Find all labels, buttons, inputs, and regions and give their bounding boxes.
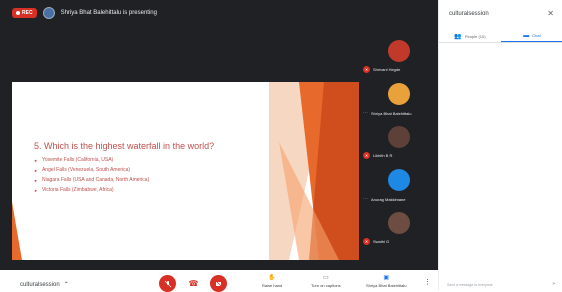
speaking-icon: ⋯ [363, 196, 368, 202]
participant-name: Likhith B R [373, 153, 393, 158]
participant-tile[interactable]: ✕ Swathi G [359, 210, 438, 253]
bullet-arrow-icon: ► [34, 167, 38, 173]
panel-title: culturalsession [449, 11, 489, 17]
participant-name: Shriya Bhat Balehittalu [371, 110, 412, 116]
avatar [387, 169, 410, 191]
participant-tile[interactable]: ✕ Likhith B R [359, 124, 438, 167]
participant-tile[interactable]: ✕ Shrivani Hegde [359, 38, 438, 81]
camera-toggle-button[interactable] [210, 275, 227, 292]
bottom-control-bar: culturalsession ⌃ ☎ ✋ Raise hand ▭ Turn … [0, 270, 438, 292]
tab-label: People (10) [464, 33, 486, 39]
camera-off-icon [215, 280, 222, 287]
side-panel: culturalsession ✕ 👥 People (10) ▬ Chat S… [438, 0, 562, 291]
meeting-stage: REC Shriya Bhat Balehittalu is presentin… [0, 0, 438, 270]
list-item: ► Victoria Falls (Zimbabwe, Africa) [34, 187, 149, 193]
mic-off-icon: ✕ [363, 238, 370, 245]
list-item: ► Niagara Falls (USA and Canada, North Am… [34, 177, 149, 183]
meeting-details-button[interactable]: culturalsession ⌃ [20, 281, 69, 289]
bullet-arrow-icon: ► [34, 187, 38, 193]
hangup-button[interactable]: ☎ [185, 275, 202, 292]
bullet-text: Angel Falls (Venezuela, South America) [41, 167, 131, 173]
recording-badge: REC [12, 8, 37, 18]
presenting-bar: REC Shriya Bhat Balehittalu is presentin… [12, 5, 157, 21]
participant-tile[interactable]: ⋯ Anurag Makkimane [359, 167, 438, 210]
chat-icon: ▬ [523, 32, 530, 39]
slide-decoration [269, 82, 359, 260]
presenter-button[interactable]: ▣ Shriya Bhat Balehittalu [366, 274, 406, 288]
participant-name: Anurag Makkimane [371, 196, 406, 202]
meeting-name: culturalsession [20, 281, 60, 288]
chat-input[interactable]: Send a message to everyone [447, 283, 493, 287]
avatar [387, 83, 410, 105]
divider [439, 42, 562, 43]
participant-name: Swathi G [373, 239, 390, 244]
slide-title: 5. Which is the highest waterfall in the… [34, 141, 215, 151]
avatar [387, 212, 410, 234]
captions-button[interactable]: ▭ Turn on captions [311, 274, 341, 288]
present-icon: ▣ [383, 275, 390, 281]
avatar [387, 40, 410, 62]
shared-slide: 5. Which is the highest waterfall in the… [12, 82, 359, 260]
people-icon: 👥 [454, 33, 462, 40]
record-dot-icon [16, 11, 20, 15]
panel-tabs: 👥 People (10) ▬ Chat [439, 30, 562, 42]
tab-label: Chat [532, 33, 541, 38]
bullet-arrow-icon: ► [34, 177, 38, 183]
chevron-up-icon: ⌃ [63, 282, 69, 288]
mic-off-icon [164, 280, 171, 287]
slide-bullets: ► Yosemite Falls (California, USA) ► Angel… [34, 157, 149, 197]
tab-people[interactable]: 👥 People (10) [439, 30, 501, 42]
hangup-icon: ☎ [188, 279, 199, 288]
list-item: ► Angel Falls (Venezuela, South America) [34, 167, 149, 173]
tab-chat[interactable]: ▬ Chat [501, 30, 562, 42]
more-icon[interactable]: ⋮ [424, 278, 431, 286]
bullet-text: Victoria Falls (Zimbabwe, Africa) [41, 187, 114, 193]
mic-off-icon: ✕ [363, 152, 370, 159]
bullet-text: Niagara Falls (USA and Canada, North Ame… [41, 177, 150, 183]
participant-name: Shrivani Hegde [373, 67, 401, 72]
raise-hand-button[interactable]: ✋ Raise hand [262, 274, 282, 288]
list-item: ► Yosemite Falls (California, USA) [34, 157, 149, 163]
presenter-avatar [42, 7, 55, 19]
avatar [387, 126, 410, 148]
raise-hand-label: Raise hand [262, 283, 283, 288]
presenting-text: Shriya Bhat Balehittalu is presenting [60, 10, 157, 16]
captions-icon: ▭ [322, 275, 329, 281]
speaking-icon: ⋯ [363, 110, 368, 116]
mic-off-icon: ✕ [363, 66, 370, 73]
raise-hand-icon: ✋ [268, 275, 276, 281]
presenter-label: Shriya Bhat Balehittalu [366, 283, 407, 288]
bullet-text: Yosemite Falls (California, USA) [41, 157, 114, 163]
captions-label: Turn on captions [311, 283, 341, 288]
bullet-arrow-icon: ► [34, 157, 38, 163]
close-icon[interactable]: ✕ [547, 9, 554, 18]
participant-tile[interactable]: ⋯ Shriya Bhat Balehittalu [359, 81, 438, 124]
rec-label: REC [22, 10, 33, 16]
mic-toggle-button[interactable] [159, 275, 176, 292]
send-icon[interactable]: ➤ [552, 281, 556, 287]
participant-tiles: ✕ Shrivani Hegde ⋯ Shriya Bhat Balehittalu… [359, 38, 438, 250]
slide-left-accent [12, 202, 22, 260]
